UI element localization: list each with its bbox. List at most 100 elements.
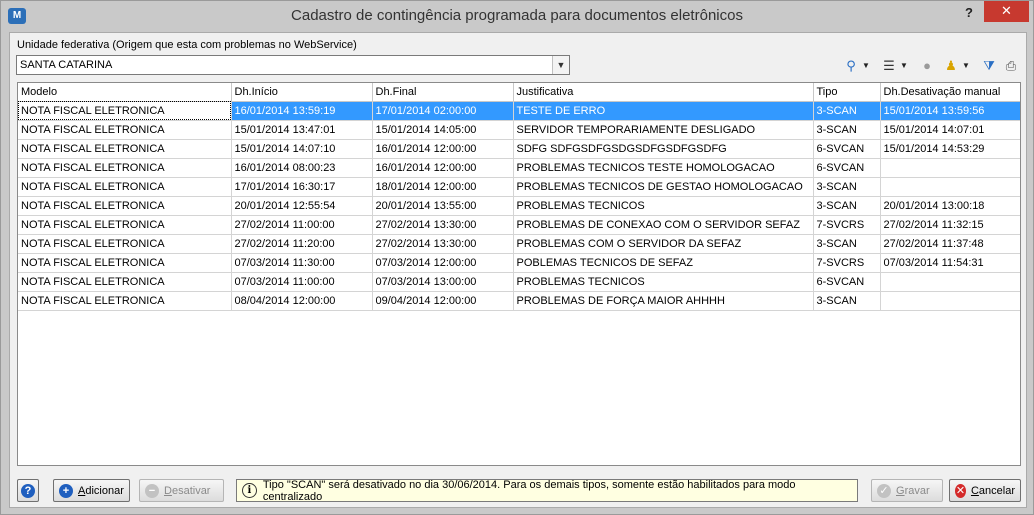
cell-justificativa[interactable]: PROBLEMAS TECNICOS TESTE HOMOLOGACAO [513,158,814,178]
cell-tipo[interactable]: 3-SCAN [813,120,881,140]
cell-tipo[interactable]: 3-SCAN [813,196,881,216]
column-header-justificativa[interactable]: Justificativa [513,83,814,102]
print-icon[interactable]: ⎙ [1002,57,1020,75]
table-row[interactable]: NOTA FISCAL ELETRONICA 16/01/2014 08:00:2… [18,158,1020,178]
cell-justificativa[interactable]: PROBLEMAS TECNICOS DE GESTAO HOMOLOGACAO [513,177,814,197]
cell-justificativa[interactable]: TESTE DE ERRO [513,101,814,121]
cell-tipo[interactable]: 3-SCAN [813,177,881,197]
cell-inicio[interactable]: 20/01/2014 12:55:54 [231,196,373,216]
cell-modelo[interactable]: NOTA FISCAL ELETRONICA [18,139,232,159]
cell-inicio[interactable]: 15/01/2014 14:07:10 [231,139,373,159]
close-button[interactable]: ✕ [984,1,1029,22]
save-button[interactable]: ✓ Gravar [871,479,943,502]
cell-tipo[interactable]: 7-SVCRS [813,253,881,273]
cell-desativacao[interactable] [880,291,1020,311]
cell-inicio[interactable]: 27/02/2014 11:20:00 [231,234,373,254]
cell-desativacao[interactable]: 15/01/2014 13:59:56 [880,101,1020,121]
cell-inicio[interactable]: 07/03/2014 11:00:00 [231,272,373,292]
cell-final[interactable]: 27/02/2014 13:30:00 [372,234,514,254]
chevron-down-icon[interactable]: ▼ [862,61,870,70]
chevron-down-icon[interactable]: ▼ [900,61,908,70]
cell-desativacao[interactable]: 07/03/2014 11:54:31 [880,253,1020,273]
cell-tipo[interactable]: 6-SVCAN [813,139,881,159]
table-row[interactable]: NOTA FISCAL ELETRONICA 15/01/2014 14:07:1… [18,139,1020,159]
cell-modelo[interactable]: NOTA FISCAL ELETRONICA [18,196,232,216]
record-icon[interactable]: ● [918,57,936,75]
cell-tipo[interactable]: 6-SVCAN [813,272,881,292]
cell-modelo[interactable]: NOTA FISCAL ELETRONICA [18,272,232,292]
cell-final[interactable]: 17/01/2014 02:00:00 [372,101,514,121]
cell-justificativa[interactable]: PROBLEMAS TECNICOS [513,272,814,292]
cell-tipo[interactable]: 3-SCAN [813,101,881,121]
cell-inicio[interactable]: 16/01/2014 13:59:19 [231,101,373,121]
title-bar[interactable]: M Cadastro de contingência programada pa… [1,1,1033,32]
column-header-inicio[interactable]: Dh.Início [231,83,373,102]
cell-modelo[interactable]: NOTA FISCAL ELETRONICA [18,101,232,121]
cell-justificativa[interactable]: PROBLEMAS TECNICOS [513,196,814,216]
table-row[interactable]: NOTA FISCAL ELETRONICA 16/01/2014 13:59:1… [18,101,1020,121]
stamp-icon[interactable]: ♟ [942,57,960,75]
add-button[interactable]: + Adicionar [53,479,130,502]
cell-inicio[interactable]: 27/02/2014 11:00:00 [231,215,373,235]
column-header-tipo[interactable]: Tipo [813,83,881,102]
cell-justificativa[interactable]: SERVIDOR TEMPORARIAMENTE DESLIGADO [513,120,814,140]
table-row[interactable]: NOTA FISCAL ELETRONICA 17/01/2014 16:30:1… [18,177,1020,197]
column-header-desativacao[interactable]: Dh.Desativação manual [880,83,1020,102]
cell-desativacao[interactable]: 27/02/2014 11:32:15 [880,215,1020,235]
cell-tipo[interactable]: 3-SCAN [813,291,881,311]
help-button[interactable]: ? [17,479,39,502]
cell-modelo[interactable]: NOTA FISCAL ELETRONICA [18,234,232,254]
column-header-modelo[interactable]: Modelo [18,83,232,102]
table-row[interactable]: NOTA FISCAL ELETRONICA 08/04/2014 12:00:0… [18,291,1020,311]
cell-final[interactable]: 07/03/2014 13:00:00 [372,272,514,292]
cell-final[interactable]: 18/01/2014 12:00:00 [372,177,514,197]
cell-tipo[interactable]: 6-SVCAN [813,158,881,178]
table-row[interactable]: NOTA FISCAL ELETRONICA 20/01/2014 12:55:5… [18,196,1020,216]
cell-final[interactable]: 16/01/2014 12:00:00 [372,139,514,159]
cell-final[interactable]: 27/02/2014 13:30:00 [372,215,514,235]
cell-justificativa[interactable]: PROBLEMAS COM O SERVIDOR DA SEFAZ [513,234,814,254]
cell-desativacao[interactable]: 20/01/2014 13:00:18 [880,196,1020,216]
cell-desativacao[interactable] [880,177,1020,197]
cell-modelo[interactable]: NOTA FISCAL ELETRONICA [18,177,232,197]
filter-icon[interactable]: ⧩ [980,57,998,75]
cell-desativacao[interactable] [880,158,1020,178]
chevron-down-icon[interactable]: ▼ [962,61,970,70]
cell-final[interactable]: 09/04/2014 12:00:00 [372,291,514,311]
hierarchy-icon[interactable]: ⚲ [842,57,860,75]
cell-final[interactable]: 07/03/2014 12:00:00 [372,253,514,273]
cell-inicio[interactable]: 07/03/2014 11:30:00 [231,253,373,273]
cell-modelo[interactable]: NOTA FISCAL ELETRONICA [18,215,232,235]
cell-inicio[interactable]: 17/01/2014 16:30:17 [231,177,373,197]
contingency-grid[interactable]: Modelo Dh.Início Dh.Final Justificativa … [17,82,1021,466]
table-row[interactable]: NOTA FISCAL ELETRONICA 07/03/2014 11:30:0… [18,253,1020,273]
cell-justificativa[interactable]: PROBLEMAS DE FORÇA MAIOR AHHHH [513,291,814,311]
cell-justificativa[interactable]: SDFG SDFGSDFGSDGSDFGSDFGSDFG [513,139,814,159]
uf-select[interactable]: SANTA CATARINA ▼ [16,55,570,75]
column-header-final[interactable]: Dh.Final [372,83,514,102]
table-row[interactable]: NOTA FISCAL ELETRONICA 15/01/2014 13:47:0… [18,120,1020,140]
chevron-down-icon[interactable]: ▼ [552,56,569,74]
cell-inicio[interactable]: 08/04/2014 12:00:00 [231,291,373,311]
cell-modelo[interactable]: NOTA FISCAL ELETRONICA [18,120,232,140]
cell-justificativa[interactable]: PROBLEMAS DE CONEXAO COM O SERVIDOR SEFA… [513,215,814,235]
cell-desativacao[interactable]: 15/01/2014 14:07:01 [880,120,1020,140]
cell-final[interactable]: 15/01/2014 14:05:00 [372,120,514,140]
table-row[interactable]: NOTA FISCAL ELETRONICA 27/02/2014 11:20:0… [18,234,1020,254]
cell-tipo[interactable]: 3-SCAN [813,234,881,254]
cell-modelo[interactable]: NOTA FISCAL ELETRONICA [18,253,232,273]
help-title-button[interactable]: ? [956,3,982,25]
cancel-button[interactable]: ✕ Cancelar [949,479,1021,502]
cell-modelo[interactable]: NOTA FISCAL ELETRONICA [18,291,232,311]
cell-desativacao[interactable]: 27/02/2014 11:37:48 [880,234,1020,254]
list-options-icon[interactable]: ☰ [880,57,898,75]
cell-inicio[interactable]: 15/01/2014 13:47:01 [231,120,373,140]
table-row[interactable]: NOTA FISCAL ELETRONICA 27/02/2014 11:00:0… [18,215,1020,235]
cell-justificativa[interactable]: POBLEMAS TECNICOS DE SEFAZ [513,253,814,273]
cell-inicio[interactable]: 16/01/2014 08:00:23 [231,158,373,178]
table-row[interactable]: NOTA FISCAL ELETRONICA 07/03/2014 11:00:0… [18,272,1020,292]
cell-desativacao[interactable] [880,272,1020,292]
cell-final[interactable]: 16/01/2014 12:00:00 [372,158,514,178]
deactivate-button[interactable]: − Desativar [139,479,224,502]
cell-modelo[interactable]: NOTA FISCAL ELETRONICA [18,158,232,178]
